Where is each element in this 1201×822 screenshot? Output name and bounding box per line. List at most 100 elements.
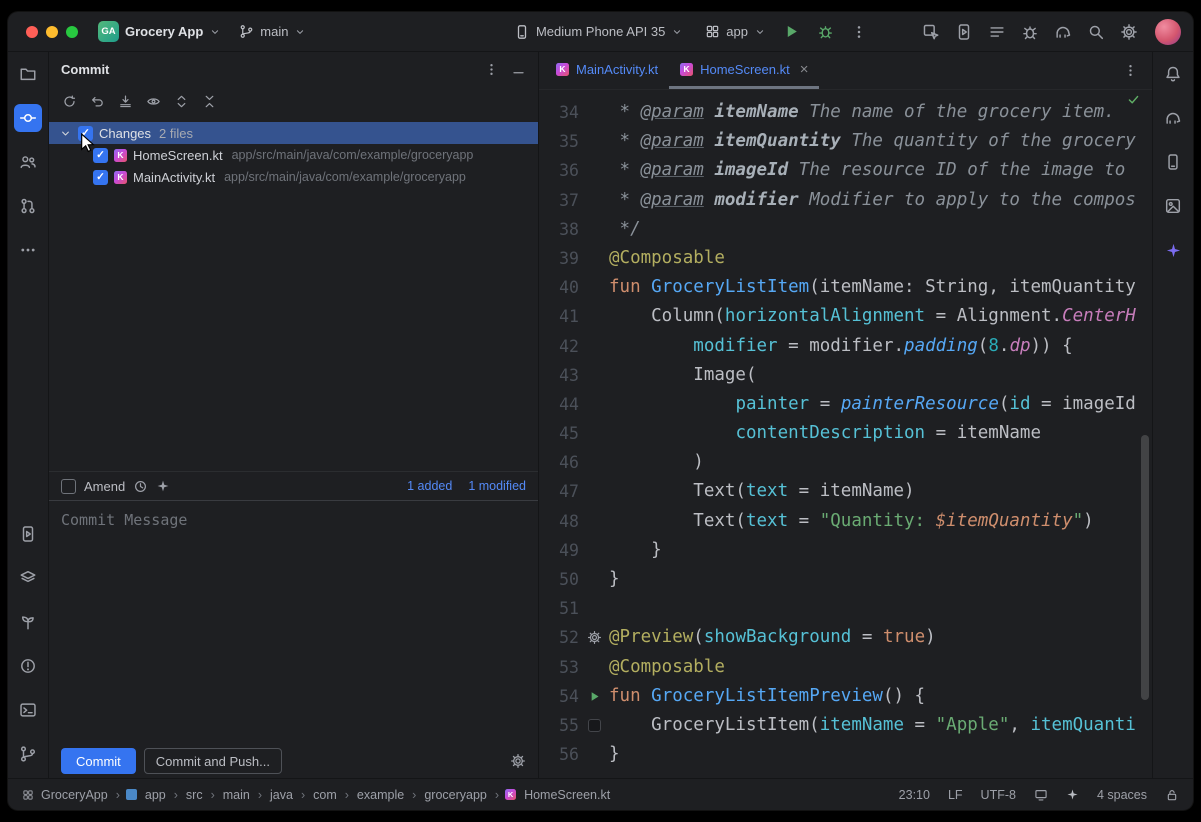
commit-message-input[interactable]: Commit Message — [49, 500, 538, 744]
show-diff-button[interactable] — [141, 89, 165, 113]
sidebar-item-commit[interactable] — [14, 104, 42, 132]
breadcrumb-item[interactable]: main — [221, 787, 252, 803]
editor-scrollbar[interactable] — [1141, 435, 1149, 700]
debug-button[interactable] — [812, 19, 838, 45]
layout-inspector-icon — [922, 23, 940, 41]
close-tab-icon[interactable]: × — [800, 62, 809, 77]
expand-all-button[interactable] — [169, 89, 193, 113]
file-checkbox[interactable] — [93, 170, 108, 185]
run-config-selector[interactable]: app — [701, 21, 770, 42]
problems-icon — [19, 657, 37, 675]
logcat-button[interactable] — [988, 23, 1006, 41]
encoding-indicator[interactable]: UTF-8 — [981, 788, 1016, 802]
amend-checkbox[interactable] — [61, 479, 76, 494]
file-row[interactable]: K HomeScreen.kt app/src/main/java/com/ex… — [49, 144, 538, 166]
code-editor[interactable]: 34 * @param itemName The name of the gro… — [539, 90, 1152, 778]
zoom-window-button[interactable] — [66, 26, 78, 38]
code-line: 41 Column(horizontalAlignment = Alignmen… — [539, 302, 1152, 331]
insights-bug-icon — [1021, 23, 1039, 41]
sidebar-item-running-devices[interactable] — [14, 520, 42, 548]
sidebar-item-app-inspection[interactable] — [14, 608, 42, 636]
breadcrumb-item[interactable]: example — [355, 787, 406, 803]
sidebar-item-device-manager[interactable] — [1159, 148, 1187, 176]
file-row[interactable]: K MainActivity.kt app/src/main/java/com/… — [49, 166, 538, 188]
breadcrumb-item[interactable]: groceryapp — [422, 787, 489, 803]
sidebar-item-structure[interactable] — [14, 148, 42, 176]
ai-assistant-status-button[interactable] — [1066, 788, 1079, 801]
shelve-button[interactable] — [113, 89, 137, 113]
breadcrumb-item[interactable]: com — [311, 787, 339, 803]
line-number: 51 — [539, 594, 579, 623]
titlebar-right-actions — [922, 19, 1181, 45]
tab-mainactivity[interactable]: K MainActivity.kt — [545, 52, 669, 89]
collapse-all-button[interactable] — [197, 89, 221, 113]
caret-position[interactable]: 23:10 — [899, 788, 930, 802]
refresh-changes-button[interactable] — [57, 89, 81, 113]
project-widget[interactable]: GA Grocery App — [94, 18, 225, 45]
code-line: 46 ) — [539, 448, 1152, 477]
device-selector[interactable]: Medium Phone API 35 — [510, 21, 687, 43]
commit-options-button[interactable] — [510, 753, 526, 769]
sparkle-icon — [1066, 788, 1079, 801]
tab-options-button[interactable] — [1118, 59, 1142, 83]
user-avatar[interactable] — [1155, 19, 1181, 45]
more-horizontal-icon — [19, 241, 37, 259]
sidebar-item-terminal[interactable] — [14, 696, 42, 724]
changes-checkbox[interactable] — [78, 126, 93, 141]
readonly-toggle-button[interactable] — [1165, 788, 1179, 802]
inspection-ok-icon[interactable] — [1127, 93, 1140, 106]
run-preview-gutter-slot[interactable] — [579, 690, 609, 703]
chevron-down-icon[interactable] — [59, 127, 72, 140]
editor-area: K MainActivity.kt K HomeScreen.kt × 34 *… — [539, 52, 1152, 778]
sidebar-item-gradle[interactable] — [1159, 104, 1187, 132]
breadcrumb-item[interactable]: java — [268, 787, 295, 803]
code-text: * @param itemQuantity The quantity of th… — [609, 127, 1136, 156]
sidebar-item-pull-requests[interactable] — [14, 192, 42, 220]
gradle-sync-button[interactable] — [1054, 23, 1072, 41]
breadcrumb-item[interactable]: HomeScreen.kt — [522, 787, 612, 803]
branch-widget[interactable]: main — [235, 21, 310, 42]
changes-row[interactable]: Changes 2 files — [49, 122, 538, 144]
running-devices-button[interactable] — [955, 23, 973, 41]
search-everywhere-button[interactable] — [1087, 23, 1105, 41]
line-number: 38 — [539, 215, 579, 244]
line-separator-indicator[interactable]: LF — [948, 788, 963, 802]
breadcrumb-separator: › — [257, 788, 263, 802]
sidebar-item-project[interactable] — [14, 60, 42, 88]
more-actions-button[interactable] — [846, 19, 872, 45]
commit-panel-options-button[interactable] — [484, 62, 499, 77]
breadcrumb-item[interactable]: app — [143, 787, 168, 803]
generate-commit-message-button[interactable] — [156, 479, 170, 493]
changes-label: Changes — [99, 126, 151, 141]
hide-panel-button[interactable] — [511, 62, 526, 77]
sparkle-icon — [1165, 242, 1182, 259]
editor-status-button[interactable] — [1034, 788, 1048, 802]
rollback-button[interactable] — [85, 89, 109, 113]
sidebar-item-resource-manager[interactable] — [1159, 192, 1187, 220]
file-checkbox[interactable] — [93, 148, 108, 163]
sidebar-item-gemini[interactable] — [1159, 236, 1187, 264]
sidebar-item-build-variants[interactable] — [14, 564, 42, 592]
commit-and-push-button[interactable]: Commit and Push... — [144, 748, 282, 774]
breadcrumb-item[interactable]: src — [184, 787, 205, 803]
preview-device-gutter-slot[interactable] — [579, 719, 609, 732]
tab-homescreen[interactable]: K HomeScreen.kt × — [669, 52, 819, 89]
close-window-button[interactable] — [26, 26, 38, 38]
breadcrumb-item[interactable]: GroceryApp — [39, 787, 110, 803]
sidebar-item-notifications[interactable] — [1159, 60, 1187, 88]
expand-all-icon — [174, 94, 189, 109]
commit-button[interactable]: Commit — [61, 748, 136, 774]
app-quality-insights-button[interactable] — [1021, 23, 1039, 41]
layout-inspector-button[interactable] — [922, 23, 940, 41]
commit-history-button[interactable] — [133, 479, 148, 494]
gear-gutter-slot[interactable] — [579, 630, 609, 645]
sidebar-item-more[interactable] — [14, 236, 42, 264]
sidebar-item-problems[interactable] — [14, 652, 42, 680]
minimize-window-button[interactable] — [46, 26, 58, 38]
code-text: */ — [609, 215, 641, 244]
sidebar-item-version-control[interactable] — [14, 740, 42, 768]
indent-indicator[interactable]: 4 spaces — [1097, 788, 1147, 802]
run-button[interactable] — [778, 19, 804, 45]
settings-button[interactable] — [1120, 23, 1138, 41]
code-text: } — [609, 565, 620, 594]
